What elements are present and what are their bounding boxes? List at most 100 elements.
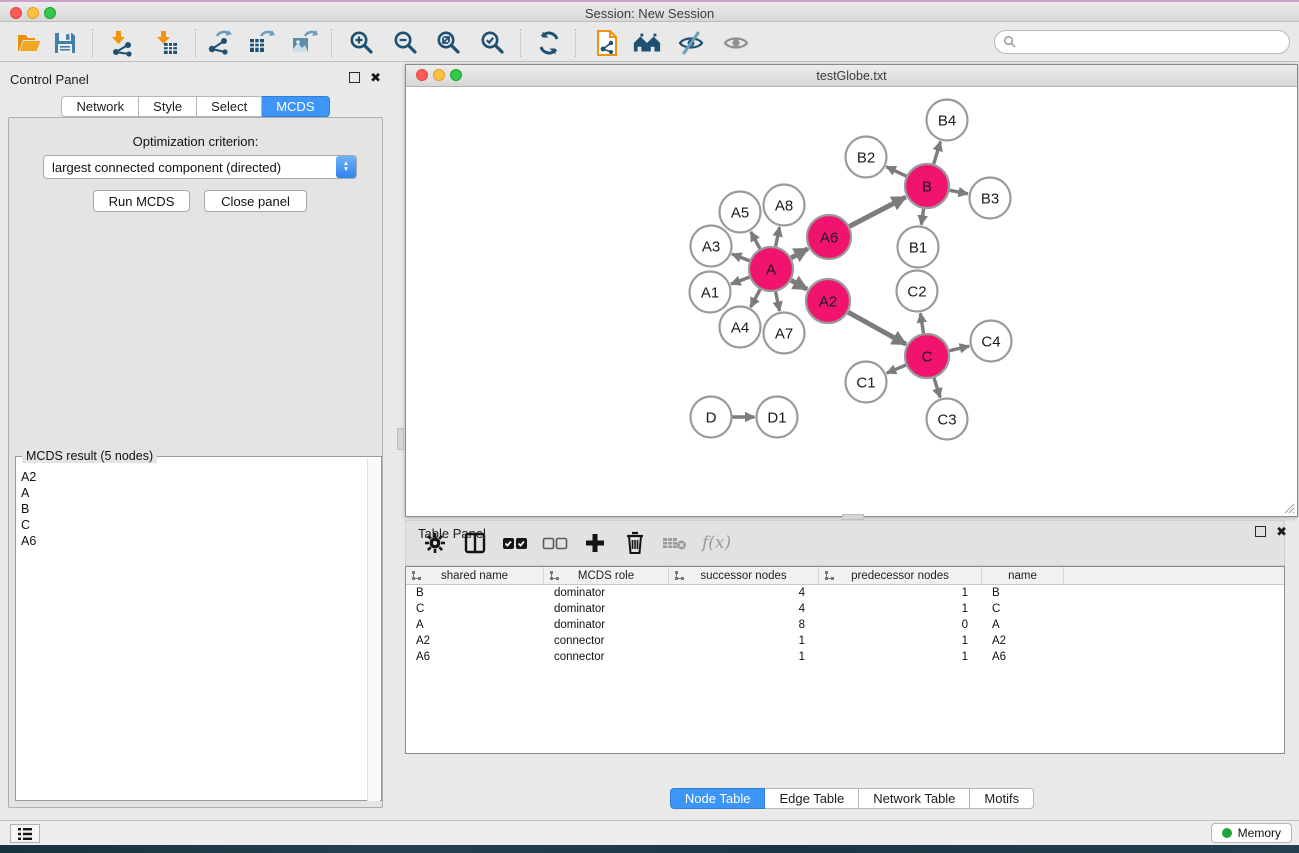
tab-select[interactable]: Select: [197, 96, 262, 117]
graph-node-B3[interactable]: B3: [970, 178, 1011, 219]
cell-successor-nodes[interactable]: 4: [669, 585, 819, 601]
save-session-icon[interactable]: [50, 28, 80, 58]
cell-name[interactable]: A2: [982, 633, 1064, 649]
graph-edge-B-B3[interactable]: [950, 190, 968, 193]
graph-node-A6[interactable]: A6: [807, 215, 851, 259]
graph-node-A3[interactable]: A3: [691, 226, 732, 267]
window-resize-grip[interactable]: [1283, 502, 1295, 514]
table-row[interactable]: Cdominator41C: [406, 601, 1284, 617]
column-header-successor-nodes[interactable]: successor nodes: [669, 567, 819, 584]
result-item[interactable]: A: [21, 485, 368, 501]
zoom-out-icon[interactable]: [391, 28, 421, 58]
graph-node-A8[interactable]: A8: [764, 185, 805, 226]
cell-shared-name[interactable]: A6: [406, 649, 544, 665]
split-divider-vertical[interactable]: [397, 428, 404, 450]
open-file-icon[interactable]: [14, 28, 44, 58]
graph-node-C3[interactable]: C3: [927, 399, 968, 440]
graph-node-B1[interactable]: B1: [898, 227, 939, 268]
tab-network-table[interactable]: Network Table: [859, 788, 970, 809]
zoom-in-icon[interactable]: [347, 28, 377, 58]
search-field[interactable]: [994, 30, 1290, 54]
column-header-shared-name[interactable]: shared name: [406, 567, 544, 584]
table-body[interactable]: Bdominator41BCdominator41CAdominator80AA…: [406, 585, 1284, 665]
run-mcds-button[interactable]: Run MCDS: [93, 190, 190, 212]
graph-edge-B-B2[interactable]: [886, 167, 906, 176]
cell-name[interactable]: A: [982, 617, 1064, 633]
graph-edge-A-A6[interactable]: [791, 249, 808, 258]
graph-node-C[interactable]: C: [905, 334, 949, 378]
table-row[interactable]: Adominator80A: [406, 617, 1284, 633]
cell-name[interactable]: A6: [982, 649, 1064, 665]
cell-predecessor-nodes[interactable]: 1: [819, 601, 982, 617]
cell-successor-nodes[interactable]: 4: [669, 601, 819, 617]
deselect-all-icon[interactable]: [542, 530, 568, 556]
memory-button[interactable]: Memory: [1211, 823, 1292, 843]
network-graph-canvas[interactable]: B4B2BB3A8A5A6A3B1AA1C2A2A4A7C4CC1C3DD1: [406, 87, 1297, 516]
cell-predecessor-nodes[interactable]: 1: [819, 585, 982, 601]
task-history-button[interactable]: [10, 824, 40, 843]
graph-edge-C-C2[interactable]: [920, 313, 923, 333]
graph-edge-A-A1[interactable]: [731, 277, 749, 284]
graph-edge-C-C1[interactable]: [887, 365, 906, 373]
column-header-predecessor-nodes[interactable]: predecessor nodes: [819, 567, 982, 584]
zoom-selected-icon[interactable]: [478, 28, 508, 58]
search-input[interactable]: [1017, 32, 1289, 52]
cell-shared-name[interactable]: A: [406, 617, 544, 633]
cell-MCDS-role[interactable]: dominator: [544, 585, 669, 601]
close-table-panel-icon[interactable]: ✖: [1276, 526, 1287, 537]
graph-edge-A-A8[interactable]: [776, 227, 780, 246]
graph-node-C2[interactable]: C2: [897, 271, 938, 312]
select-all-icon[interactable]: [502, 530, 528, 556]
import-table-icon[interactable]: [151, 28, 181, 58]
graph-edge-C-C4[interactable]: [949, 346, 969, 351]
column-header-name[interactable]: name: [982, 567, 1064, 584]
cell-MCDS-role[interactable]: dominator: [544, 617, 669, 633]
hide-details-icon[interactable]: [676, 28, 706, 58]
tab-mcds[interactable]: MCDS: [262, 96, 329, 117]
tab-network[interactable]: Network: [61, 96, 139, 117]
graph-node-C1[interactable]: C1: [846, 362, 887, 403]
network-from-file-icon[interactable]: [592, 28, 622, 58]
table-row[interactable]: A6connector11A6: [406, 649, 1284, 665]
graph-edge-C-C3[interactable]: [934, 378, 940, 398]
export-image-icon[interactable]: [289, 28, 319, 58]
network-window-titlebar[interactable]: testGlobe.txt: [406, 65, 1297, 87]
graph-node-A1[interactable]: A1: [690, 272, 731, 313]
cell-successor-nodes[interactable]: 1: [669, 649, 819, 665]
column-header-MCDS-role[interactable]: MCDS role: [544, 567, 669, 584]
graph-edge-A-A4[interactable]: [751, 289, 761, 307]
show-details-icon[interactable]: [721, 28, 751, 58]
cell-name[interactable]: B: [982, 585, 1064, 601]
tab-edge-table[interactable]: Edge Table: [765, 788, 859, 809]
mcds-result-list[interactable]: A2ABCA6: [16, 461, 368, 799]
import-network-icon[interactable]: [106, 28, 136, 58]
graph-edge-A2-C[interactable]: [848, 312, 906, 344]
float-panel-icon[interactable]: [349, 72, 360, 83]
table-header-row[interactable]: shared nameMCDS rolesuccessor nodesprede…: [406, 567, 1284, 585]
graph-node-D[interactable]: D: [691, 397, 732, 438]
export-network-icon[interactable]: [204, 28, 234, 58]
zoom-fit-icon[interactable]: [434, 28, 464, 58]
cell-MCDS-role[interactable]: connector: [544, 649, 669, 665]
table-row[interactable]: A2connector11A2: [406, 633, 1284, 649]
graph-node-A2[interactable]: A2: [806, 279, 850, 323]
tab-style[interactable]: Style: [139, 96, 197, 117]
result-item[interactable]: C: [21, 517, 368, 533]
cell-shared-name[interactable]: A2: [406, 633, 544, 649]
cell-predecessor-nodes[interactable]: 0: [819, 617, 982, 633]
result-item[interactable]: B: [21, 501, 368, 517]
export-table-icon[interactable]: [246, 28, 276, 58]
cell-predecessor-nodes[interactable]: 1: [819, 649, 982, 665]
graph-edge-A6-B[interactable]: [849, 197, 905, 226]
cell-MCDS-role[interactable]: dominator: [544, 601, 669, 617]
graph-node-B4[interactable]: B4: [927, 100, 968, 141]
float-table-panel-icon[interactable]: [1255, 526, 1266, 537]
result-item[interactable]: A6: [21, 533, 368, 549]
cell-predecessor-nodes[interactable]: 1: [819, 633, 982, 649]
close-panel-icon[interactable]: ✖: [370, 72, 381, 83]
cell-successor-nodes[interactable]: 8: [669, 617, 819, 633]
graph-node-B2[interactable]: B2: [846, 137, 887, 178]
cell-name[interactable]: C: [982, 601, 1064, 617]
graph-edge-A-A5[interactable]: [751, 232, 760, 249]
delete-icon[interactable]: [622, 530, 648, 556]
